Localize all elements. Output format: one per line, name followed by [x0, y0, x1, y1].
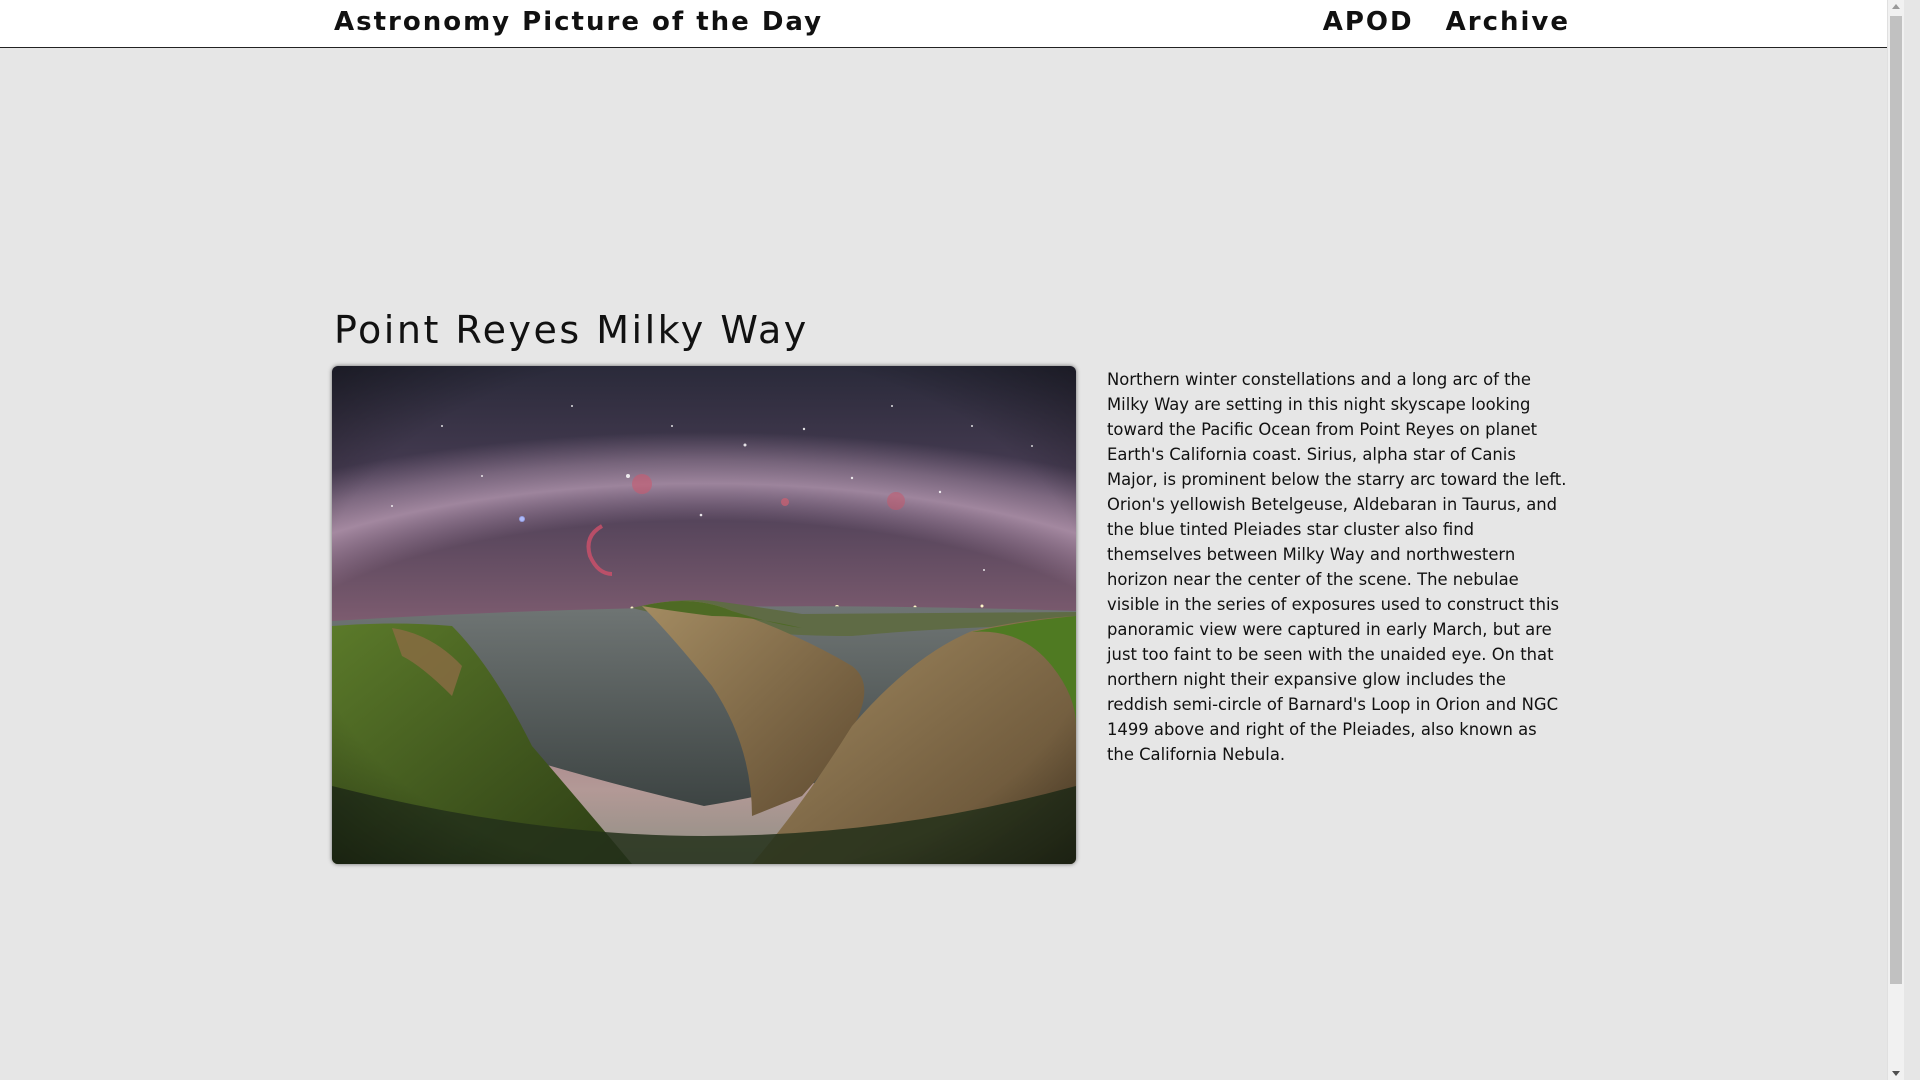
- site-header: Astronomy Picture of the Day APOD Archiv…: [0, 0, 1904, 48]
- scrollbar-thumb[interactable]: [1890, 16, 1902, 984]
- nav-link-archive[interactable]: Archive: [1446, 7, 1570, 37]
- nav-link-apod[interactable]: APOD: [1323, 7, 1414, 37]
- main-nav: APOD Archive: [1323, 7, 1570, 37]
- panorama-illustration: [332, 366, 1076, 864]
- page-scrollbar[interactable]: [1887, 0, 1904, 1080]
- explanation-text: Northern winter constellations and a lon…: [1107, 370, 1567, 764]
- scroll-up-arrow-icon[interactable]: [1892, 4, 1900, 9]
- scroll-down-arrow-icon[interactable]: [1892, 1071, 1900, 1076]
- site-title[interactable]: Astronomy Picture of the Day: [334, 7, 823, 37]
- page: Astronomy Picture of the Day APOD Archiv…: [0, 0, 1904, 1080]
- page-title: Point Reyes Milky Way: [334, 308, 809, 352]
- apod-image[interactable]: [332, 366, 1076, 864]
